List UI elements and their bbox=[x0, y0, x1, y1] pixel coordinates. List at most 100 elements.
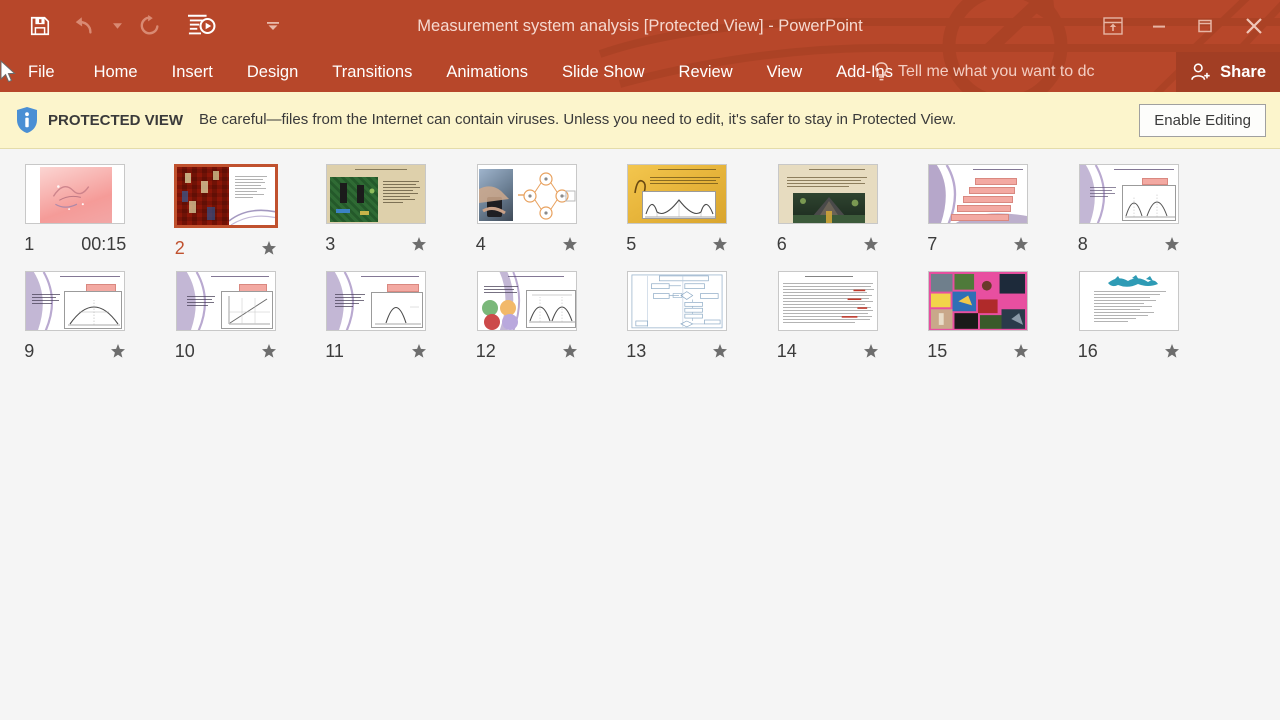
title-lines bbox=[808, 169, 871, 172]
text-lines bbox=[1089, 187, 1118, 199]
slide-number: 9 bbox=[24, 340, 35, 361]
close-icon bbox=[1246, 18, 1262, 34]
title-lines bbox=[507, 276, 570, 279]
slide-number: 12 bbox=[475, 340, 496, 361]
tab-animations[interactable]: Animations bbox=[429, 52, 545, 92]
stack-bar bbox=[951, 214, 1010, 221]
slide-thumbnail-14[interactable]: 14 bbox=[753, 270, 904, 362]
slide-preview bbox=[1078, 164, 1179, 224]
slide-thumbnail-12[interactable]: 12 bbox=[452, 270, 603, 362]
slide-thumbnail-16[interactable]: 16 bbox=[1054, 270, 1205, 362]
slide-thumbnail-13[interactable]: 13 bbox=[602, 270, 753, 362]
save-button[interactable] bbox=[18, 6, 62, 46]
start-from-beginning-button[interactable] bbox=[172, 6, 230, 46]
animation-star-icon bbox=[412, 237, 427, 251]
text-lines bbox=[650, 177, 722, 186]
tab-transitions[interactable]: Transitions bbox=[315, 52, 429, 92]
slide-preview bbox=[777, 164, 878, 224]
increasing-line-plot bbox=[228, 296, 270, 325]
slide-thumbnail-6[interactable]: 6 bbox=[753, 163, 904, 259]
tab-review[interactable]: Review bbox=[662, 52, 750, 92]
slideshow-icon bbox=[188, 14, 216, 35]
tab-slide-show[interactable]: Slide Show bbox=[545, 52, 662, 92]
share-button[interactable]: Share bbox=[1176, 52, 1280, 92]
close-button[interactable] bbox=[1228, 3, 1280, 49]
tab-insert[interactable]: Insert bbox=[155, 52, 230, 92]
slide-number: 1 bbox=[24, 233, 35, 254]
slide-preview bbox=[1078, 271, 1179, 331]
thumbnail-frame bbox=[476, 163, 578, 225]
animation-star-icon bbox=[1164, 237, 1179, 251]
thumbnail-frame bbox=[325, 163, 427, 225]
slide-row: 1 00:15 2 3 4 5 6 7 8 bbox=[0, 163, 1280, 259]
tell-me-search-box[interactable]: Tell me what you want to dc bbox=[874, 52, 1164, 92]
photo-collage bbox=[931, 273, 1026, 329]
text-lines bbox=[1093, 291, 1168, 324]
slide-thumbnail-5[interactable]: 5 bbox=[602, 163, 753, 259]
title-lines bbox=[355, 169, 413, 172]
slide-timing: 00:15 bbox=[81, 233, 127, 254]
customize-quick-access-toolbar-button[interactable] bbox=[262, 6, 284, 46]
tab-home[interactable]: Home bbox=[77, 52, 155, 92]
stack-bar bbox=[969, 187, 1016, 194]
slide-preview bbox=[476, 164, 577, 224]
chevron-down-icon bbox=[112, 23, 122, 29]
redo-button[interactable] bbox=[128, 6, 172, 46]
slide-number: 3 bbox=[325, 233, 336, 254]
slide-number: 2 bbox=[174, 237, 185, 258]
slide-thumbnail-8[interactable]: 8 bbox=[1054, 163, 1205, 259]
minimize-button[interactable] bbox=[1136, 3, 1182, 49]
text-lines bbox=[786, 177, 871, 189]
slide-number: 8 bbox=[1077, 233, 1088, 254]
thumbnail-meta: 8 bbox=[1078, 233, 1180, 255]
slide-thumbnail-4[interactable]: 4 bbox=[452, 163, 603, 259]
slide-number: 7 bbox=[927, 233, 938, 254]
thumbnail-meta: 1 00:15 bbox=[24, 233, 126, 255]
tab-view[interactable]: View bbox=[750, 52, 819, 92]
chevron-down-icon bbox=[267, 22, 279, 30]
thumbnail-meta: 15 bbox=[927, 340, 1029, 362]
title-lines bbox=[60, 276, 122, 279]
slide-number: 13 bbox=[626, 340, 647, 361]
thumbnail-meta: 11 bbox=[325, 340, 427, 362]
slide-thumbnail-7[interactable]: 7 bbox=[903, 163, 1054, 259]
slide-thumbnail-3[interactable]: 3 bbox=[301, 163, 452, 259]
slide-number: 16 bbox=[1077, 340, 1098, 361]
ribbon-tab-strip: File Home Insert Design Transitions Anim… bbox=[0, 52, 1280, 92]
slide-number: 10 bbox=[174, 340, 195, 361]
slide-thumbnail-2[interactable]: 2 bbox=[151, 163, 302, 259]
protected-view-message: Be careful—files from the Internet can c… bbox=[199, 111, 957, 128]
colored-circles bbox=[481, 300, 518, 330]
protected-view-bar: PROTECTED VIEW Be careful—files from the… bbox=[0, 92, 1280, 149]
title-lines bbox=[973, 169, 1025, 172]
ribbon-tabs: File Home Insert Design Transitions Anim… bbox=[0, 52, 910, 92]
red-highlight-marks bbox=[841, 289, 867, 318]
slide-thumbnail-9[interactable]: 9 bbox=[0, 270, 151, 362]
narrow-normal-curve bbox=[375, 306, 422, 325]
restore-icon bbox=[1198, 19, 1212, 33]
slide-thumbnail-11[interactable]: 11 bbox=[301, 270, 452, 362]
thumbnail-meta: 9 bbox=[24, 340, 126, 362]
undo-dropdown-button[interactable] bbox=[106, 6, 128, 46]
enable-editing-button[interactable]: Enable Editing bbox=[1139, 103, 1266, 137]
text-lines bbox=[383, 181, 423, 205]
thumbnail-frame bbox=[927, 270, 1029, 332]
teal-burst-art bbox=[1107, 275, 1158, 287]
stack-bar bbox=[963, 196, 1014, 203]
restore-button[interactable] bbox=[1182, 3, 1228, 49]
thumbnail-frame bbox=[626, 270, 728, 332]
animation-star-icon bbox=[713, 344, 728, 358]
thumbnail-frame bbox=[325, 270, 427, 332]
animation-star-icon bbox=[1164, 344, 1179, 358]
slide-thumbnail-15[interactable]: 15 bbox=[903, 270, 1054, 362]
slide-thumbnail-1[interactable]: 1 00:15 bbox=[0, 163, 151, 259]
ribbon-display-options-button[interactable] bbox=[1090, 3, 1136, 49]
slide-preview bbox=[173, 164, 278, 228]
slide-preview bbox=[627, 164, 728, 224]
undo-button[interactable] bbox=[62, 6, 106, 46]
landscape-photo bbox=[792, 197, 865, 223]
title-lines bbox=[210, 276, 273, 279]
slide-thumbnail-10[interactable]: 10 bbox=[151, 270, 302, 362]
slide-number: 5 bbox=[626, 233, 637, 254]
tab-design[interactable]: Design bbox=[230, 52, 315, 92]
